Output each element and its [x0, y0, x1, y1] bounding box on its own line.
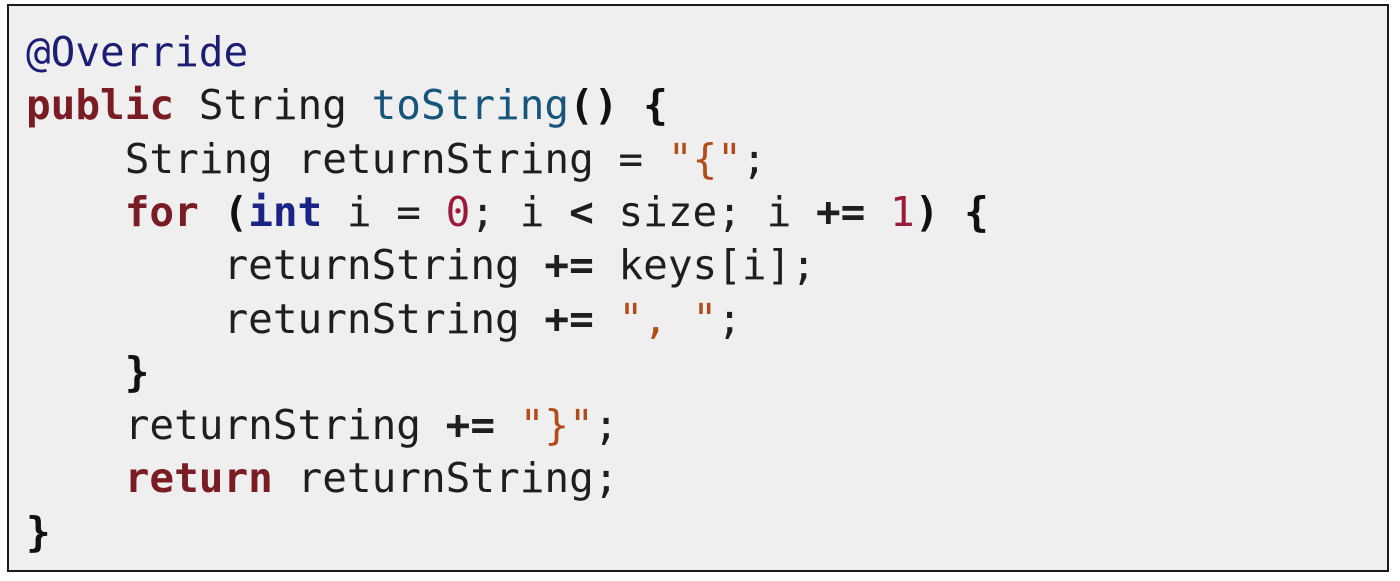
code-token-string: "}"	[519, 401, 594, 450]
code-token-annotation: @Override	[26, 28, 249, 76]
code-token-plain: returnString	[124, 401, 446, 450]
code-token-plain: ;	[741, 134, 767, 183]
code-token-bracket: }	[124, 347, 150, 396]
code-line: String returnString = "{";	[26, 133, 767, 186]
code-token-method: toString	[371, 81, 570, 130]
code-token-bracket: (	[198, 187, 249, 236]
code-token-string: ", "	[618, 294, 718, 343]
code-lines: @Override public String toString() { Stri…	[9, 6, 1387, 570]
code-token-plain: i =	[322, 187, 446, 236]
code-token-plain: keys[i];	[593, 241, 816, 290]
code-token-operator: +=	[445, 401, 496, 450]
code-line: returnString += keys[i];	[26, 239, 816, 292]
code-token-bracket: }	[26, 507, 51, 556]
code-line: for (int i = 0; i < size; i += 1) {	[26, 186, 989, 239]
code-token-keyword: for	[124, 187, 199, 236]
code-token-type: int	[248, 187, 323, 236]
code-token-operator: +=	[544, 241, 594, 290]
code-token-plain: ;	[717, 294, 742, 343]
code-token-plain: returnString	[223, 241, 545, 290]
code-token-number: 0	[445, 187, 471, 236]
code-token-bracket: ) {	[914, 187, 989, 236]
code-token-plain: returnString	[223, 294, 545, 343]
code-token-plain: ;	[593, 401, 619, 450]
code-token-operator: +=	[544, 294, 594, 343]
code-line: return returnString;	[26, 452, 619, 505]
code-token-plain: size; i	[593, 187, 816, 236]
code-line: public String toString() {	[26, 79, 668, 132]
code-token-plain: String returnString =	[124, 134, 668, 183]
code-token-operator: +=	[815, 187, 866, 236]
code-token-bracket: () {	[569, 81, 668, 130]
code-line: }	[26, 506, 51, 559]
code-line: @Override	[26, 26, 248, 79]
code-token-plain: ; i	[470, 187, 570, 236]
code-token-keyword: return	[124, 454, 273, 503]
code-token-number: 1	[890, 187, 915, 236]
code-token-string: "{"	[667, 134, 742, 183]
code-token-keyword: public	[26, 81, 175, 130]
code-line: returnString += "}";	[26, 399, 619, 452]
code-token-operator: <	[569, 187, 594, 236]
code-token-plain: String	[174, 81, 372, 130]
code-token-plain: returnString;	[272, 454, 619, 503]
code-line: }	[26, 346, 150, 399]
code-panel: @Override public String toString() { Stri…	[7, 4, 1389, 572]
code-line: returnString += ", ";	[26, 293, 742, 346]
